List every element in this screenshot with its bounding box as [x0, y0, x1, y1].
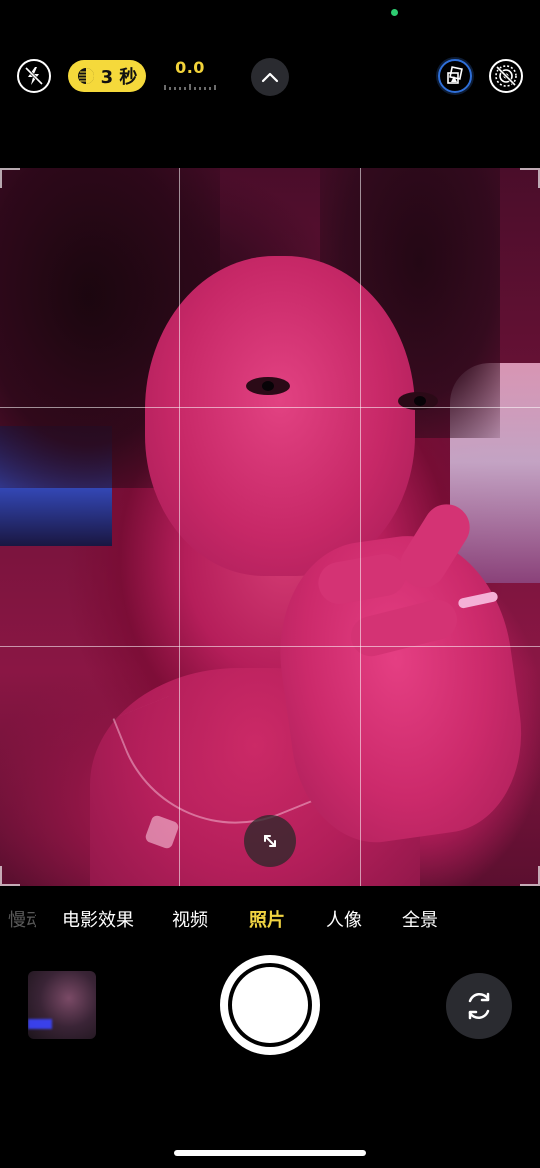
camera-flip-icon [468, 992, 490, 1020]
camera-indicator-dot [391, 9, 398, 16]
bottom-controls [0, 955, 540, 1090]
subject-face [145, 256, 415, 576]
left-eye [246, 377, 290, 395]
photographic-styles-button[interactable] [438, 59, 472, 93]
photographic-styles-icon [447, 66, 463, 84]
flash-off-icon [24, 66, 44, 86]
top-controls: 3 秒 0.0 [0, 54, 540, 100]
home-indicator[interactable] [174, 1150, 366, 1156]
camera-flip-button[interactable] [446, 973, 512, 1039]
mode-slow-motion[interactable]: 慢动作 [8, 906, 36, 936]
camera-mode-strip: 慢动作 电影效果 视频 照片 人像 全景 [0, 906, 540, 936]
viewfinder-expand-button[interactable] [244, 815, 296, 867]
night-mode-timer-button[interactable]: 3 秒 [68, 60, 146, 92]
mode-photo[interactable]: 照片 [249, 906, 285, 936]
mode-cinematic[interactable]: 电影效果 [62, 906, 134, 936]
shutter-button[interactable] [220, 955, 320, 1055]
grid-line [179, 168, 180, 886]
exposure-control[interactable]: 0.0 [163, 58, 217, 94]
grid-line [0, 646, 540, 647]
viewfinder-corner [520, 168, 540, 188]
viewfinder-corner [520, 866, 540, 886]
live-photo-button[interactable] [489, 59, 523, 93]
exposure-scale-icon [164, 84, 216, 90]
camera-controls-toggle-button[interactable] [251, 58, 289, 96]
exposure-value: 0.0 [175, 58, 205, 77]
grid-line [360, 168, 361, 886]
live-photo-off-icon [495, 65, 517, 87]
mode-portrait[interactable]: 人像 [326, 906, 362, 936]
mode-video[interactable]: 视频 [172, 906, 208, 936]
timer-label: 3 秒 [100, 67, 138, 88]
flash-button[interactable] [17, 59, 51, 93]
last-photo-thumbnail[interactable] [28, 971, 96, 1039]
shutter-inner [228, 963, 312, 1047]
camera-viewfinder[interactable] [0, 168, 540, 886]
viewfinder-corner [0, 168, 20, 188]
viewfinder-corner [0, 866, 20, 886]
grid-line [0, 407, 540, 408]
expand-arrows-icon [264, 835, 276, 847]
mode-panorama[interactable]: 全景 [402, 906, 438, 936]
night-mode-icon [77, 68, 94, 84]
chevron-up-icon [261, 72, 279, 83]
